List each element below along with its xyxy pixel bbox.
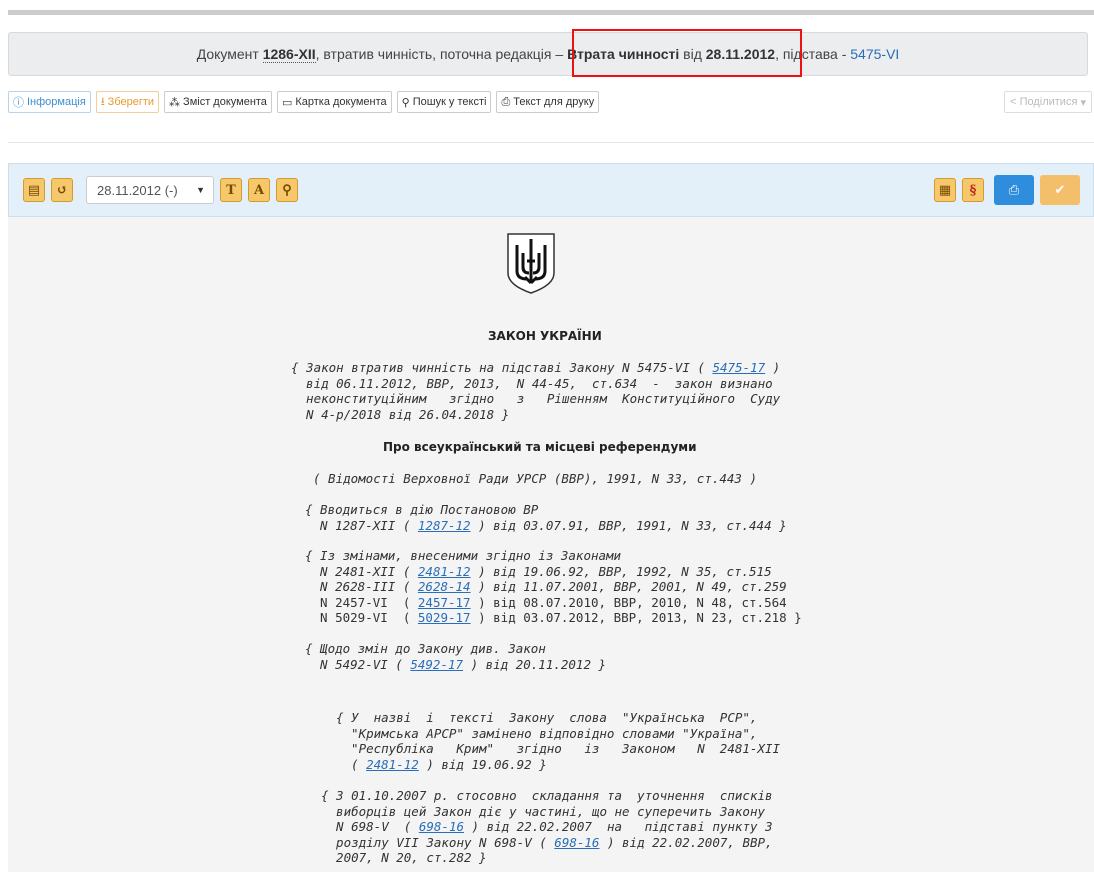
sitemap-icon: ⁂ bbox=[169, 96, 181, 109]
compare-icon[interactable]: ▦ bbox=[934, 178, 956, 202]
download-icon: ⭳ bbox=[100, 95, 105, 108]
folder-icon: ▭ bbox=[281, 96, 293, 109]
law-link[interactable]: 5029-17 bbox=[418, 610, 471, 625]
law-link-698-16[interactable]: 698-16 bbox=[554, 835, 599, 850]
source-note: ( Відомості Верховної Ради УРСР (ВВР), 1… bbox=[313, 471, 758, 486]
enactment-note: { Вводиться в дію Постановою ВР N 1287-X… bbox=[305, 502, 787, 533]
print-button[interactable]: ⎙ bbox=[994, 175, 1034, 205]
amendments-note: { Із змінами, внесеними згідно із Закона… bbox=[305, 548, 802, 625]
info-icon: ⓘ bbox=[13, 97, 24, 109]
attachment-icon[interactable]: ⚲ bbox=[276, 178, 298, 202]
history-icon[interactable]: ↺ bbox=[51, 178, 73, 202]
date-select[interactable]: 28.11.2012 (-) ▼ bbox=[86, 176, 214, 204]
card-button[interactable]: ▭ Картка документа bbox=[276, 91, 392, 113]
law-link[interactable]: 2457-17 bbox=[418, 595, 471, 610]
highlight-box bbox=[572, 29, 802, 77]
coat-of-arms-icon bbox=[507, 233, 555, 294]
repeal-note: { Закон втратив чинність на підставі Зак… bbox=[291, 360, 781, 422]
contents-button[interactable]: ⁂ Зміст документа bbox=[164, 91, 272, 113]
print-text-button[interactable]: ⎙ Текст для друку bbox=[496, 91, 600, 113]
basis-link[interactable]: 5475-VI bbox=[850, 46, 899, 62]
top-divider bbox=[8, 10, 1094, 15]
document-status-bar: Документ 1286-XII, втратив чинність, пот… bbox=[8, 32, 1088, 76]
law-link-698-16[interactable]: 698-16 bbox=[419, 819, 464, 834]
font-icon[interactable]: A bbox=[248, 178, 270, 202]
law-link-2481-12[interactable]: 2481-12 bbox=[366, 757, 419, 772]
status-mid: , втратив чинність, поточна редакція – bbox=[315, 46, 564, 62]
document-toolbar: ▤ ↺ 28.11.2012 (-) ▼ T A ⚲ ▦ § ⎙ ✔ bbox=[8, 163, 1094, 217]
action-buttons: ⓘ Інформація ⭳ Зберегти ⁂ Зміст документа ▭… bbox=[8, 91, 600, 113]
changes-note: { Щодо змін до Закону див. Закон N 5492-… bbox=[305, 641, 607, 672]
law-link[interactable]: 2481-12 bbox=[418, 564, 471, 579]
law-title: ЗАКОН УКРАЇНИ bbox=[488, 329, 602, 343]
law-link-5475-17[interactable]: 5475-17 bbox=[712, 360, 765, 375]
electoral-note: { З 01.10.2007 р. стосовно складання та … bbox=[321, 788, 773, 865]
divider bbox=[8, 142, 1094, 143]
printer-icon: ⎙ bbox=[501, 95, 511, 108]
doc-number[interactable]: 1286-XII bbox=[262, 46, 316, 63]
rename-note: { У назві і тексті Закону слова "Українс… bbox=[336, 710, 781, 772]
law-link[interactable]: 2628-14 bbox=[418, 579, 471, 594]
section-icon[interactable]: § bbox=[962, 178, 984, 202]
check-button[interactable]: ✔ bbox=[1040, 175, 1080, 205]
law-link-5492-17[interactable]: 5492-17 bbox=[410, 657, 463, 672]
printer-icon: ⎙ bbox=[1008, 182, 1020, 197]
check-icon: ✔ bbox=[1054, 182, 1066, 197]
search-button[interactable]: ⚲ Пошук у тексті bbox=[396, 91, 492, 113]
save-button[interactable]: ⭳ Зберегти bbox=[95, 91, 160, 113]
law-link-1287-12[interactable]: 1287-12 bbox=[418, 518, 471, 533]
chevron-down-icon: ▼ bbox=[196, 185, 205, 195]
status-prefix: Документ bbox=[196, 46, 259, 62]
info-button[interactable]: ⓘ Інформація bbox=[8, 91, 91, 113]
document-icon[interactable]: ▤ bbox=[23, 178, 45, 202]
search-icon: ⚲ bbox=[401, 96, 410, 109]
share-button[interactable]: < Поділитися ▾ bbox=[1004, 91, 1092, 113]
text-size-icon[interactable]: T bbox=[220, 178, 242, 202]
document-body: ЗАКОН УКРАЇНИ { Закон втратив чинність н… bbox=[8, 217, 1094, 872]
law-subtitle: Про всеукраїнський та місцеві референдум… bbox=[383, 440, 697, 454]
share-icon: < bbox=[1010, 96, 1017, 108]
